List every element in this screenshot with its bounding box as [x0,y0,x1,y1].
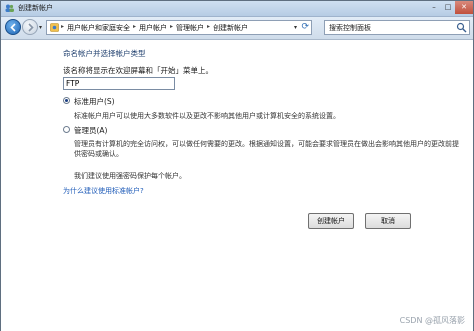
control-panel-icon [50,23,59,32]
search-placeholder: 搜索控制面板 [329,24,371,32]
create-account-window: 创建新帐户 – □ ✕ ▾ ▸ 用户帐户和家庭安全 ▸ 用户帐户 ▸ 管理帐户 … [0,0,474,331]
standard-user-description: 标准帐户用户可以使用大多数软件以及更改不影响其他用户或计算机安全的系统设置。 [74,112,340,120]
arrow-right-icon [28,23,34,32]
search-input[interactable]: 搜索控制面板 [324,20,470,35]
users-icon [5,4,14,12]
arrow-left-icon [10,23,16,32]
standard-user-label[interactable]: 标准用户(S) [74,96,115,107]
refresh-icon[interactable]: ⟳ [301,22,309,32]
address-bar[interactable]: ▸ 用户帐户和家庭安全 ▸ 用户帐户 ▸ 管理帐户 ▸ 创建新帐户 ▾ ⟳ [46,20,312,35]
maximize-button[interactable]: □ [441,1,455,14]
address-dropdown-icon[interactable]: ▾ [294,24,297,31]
breadcrumb: ▸ 用户帐户和家庭安全 ▸ 用户帐户 ▸ 管理帐户 ▸ 创建新帐户 [61,23,248,33]
standard-user-radio[interactable] [63,97,70,104]
window-controls: – □ ✕ [427,1,473,14]
chevron-right-icon: ▸ [61,23,65,30]
administrator-radio[interactable] [63,126,70,133]
close-button[interactable]: ✕ [455,1,473,14]
breadcrumb-item-family-safety[interactable]: 用户帐户和家庭安全 [67,23,130,33]
chevron-right-icon[interactable]: ▸ [133,23,136,33]
breadcrumb-item-user-accounts[interactable]: 用户帐户 [139,23,167,33]
back-button[interactable] [5,19,21,35]
password-recommendation: 我们建议使用强密码保护每个帐户。 [74,172,186,180]
cancel-button[interactable]: 取消 [365,213,411,229]
search-icon[interactable] [456,22,467,33]
account-name-label: 该名称将显示在欢迎屏幕和「开始」菜单上。 [63,66,213,75]
page-heading: 命名帐户并选择帐户类型 [63,49,146,58]
breadcrumb-item-manage-accounts[interactable]: 管理帐户 [176,23,204,33]
recent-pages-dropdown-icon[interactable]: ▾ [39,24,42,31]
minimize-button[interactable]: – [427,1,441,14]
main-content: 命名帐户并选择帐户类型 该名称将显示在欢迎屏幕和「开始」菜单上。 标准用户(S)… [1,40,473,331]
chevron-right-icon[interactable]: ▸ [170,23,173,33]
account-name-input[interactable] [63,77,175,90]
breadcrumb-item-create-account[interactable]: 创建新帐户 [213,23,248,33]
navigation-bar: ▾ ▸ 用户帐户和家庭安全 ▸ 用户帐户 ▸ 管理帐户 ▸ 创建新帐户 ▾ ⟳ … [1,17,473,40]
window-title: 创建新帐户 [18,4,53,12]
administrator-description: 管理员有计算机的完全访问权，可以做任何需要的更改。根据通知设置，可能会要求管理员… [74,140,459,158]
title-bar: 创建新帐户 – □ ✕ [1,1,473,17]
create-account-button[interactable]: 创建帐户 [308,213,354,229]
watermark: CSDN @孤风落影 [399,316,465,325]
administrator-label[interactable]: 管理员(A) [74,125,107,136]
why-standard-account-link[interactable]: 为什么建议使用标准帐户? [63,186,144,196]
forward-button[interactable] [22,19,38,35]
radio-selected-dot [65,99,68,102]
chevron-right-icon[interactable]: ▸ [207,23,210,33]
